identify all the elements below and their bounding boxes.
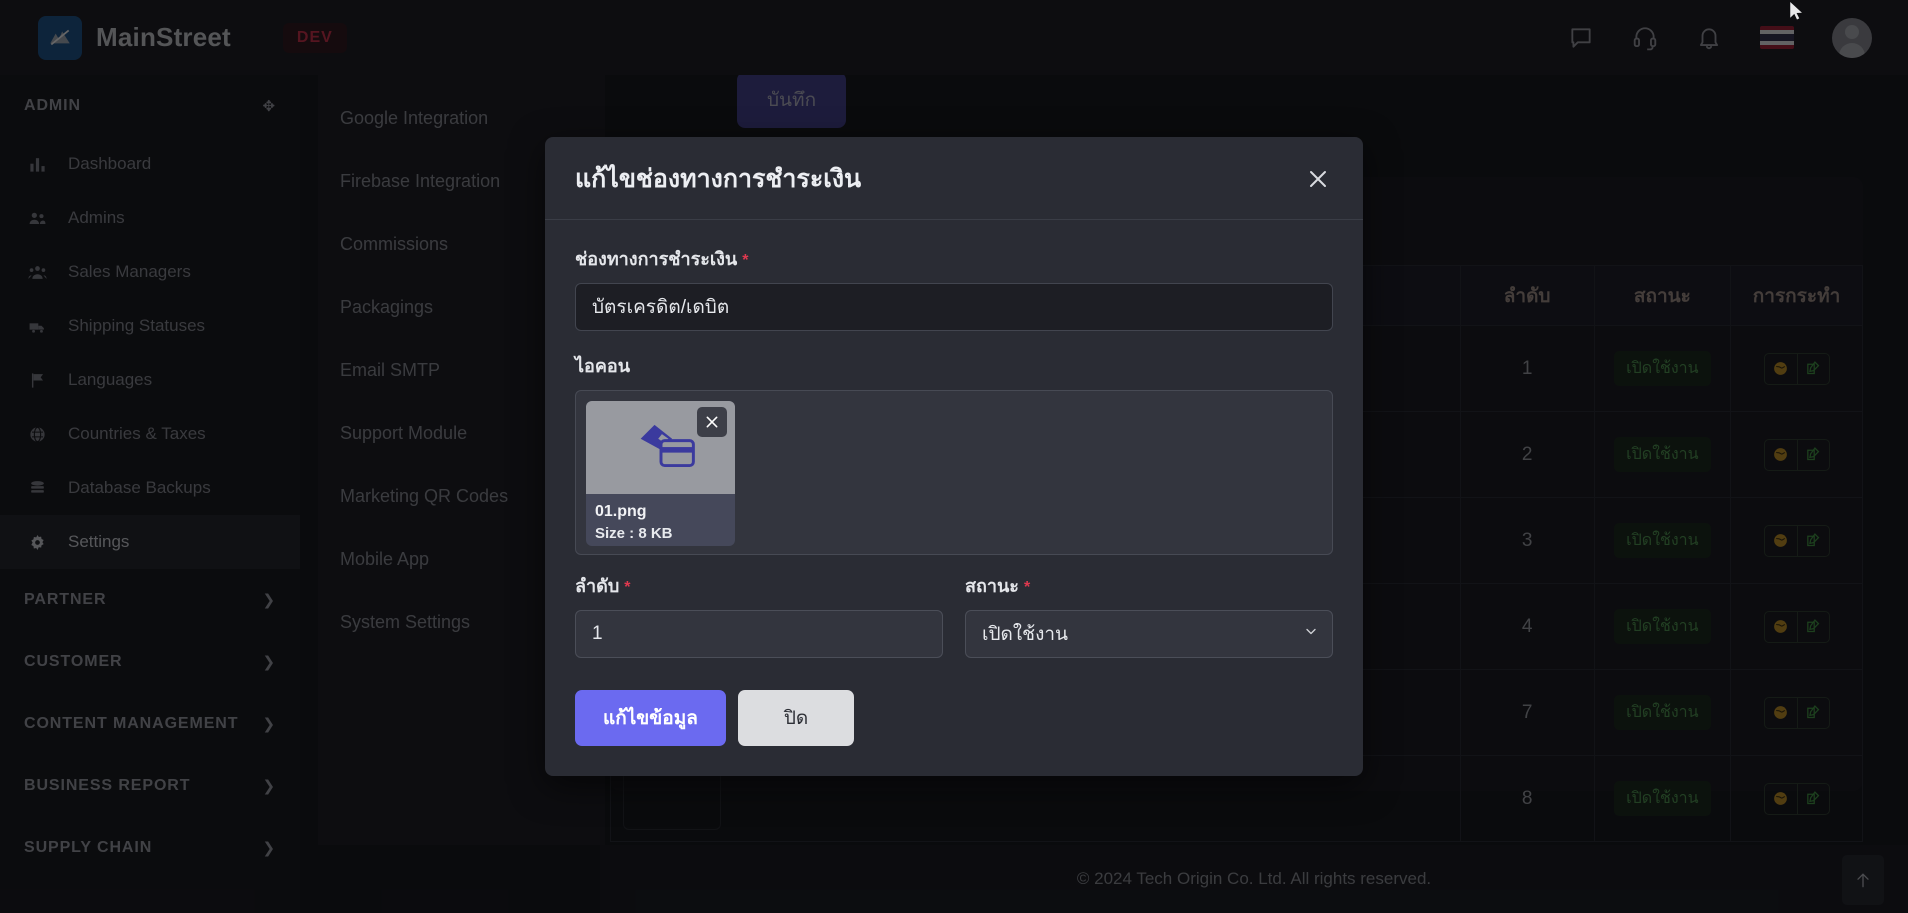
order-status-row: ลำดับ * สถานะ * เปิดใช้งาน — [575, 571, 1333, 658]
status-field: สถานะ * เปิดใช้งาน — [965, 571, 1333, 658]
channel-name-label: ช่องทางการชำระเงิน * — [575, 244, 1333, 273]
file-meta: 01.png Size : 8 KB — [586, 494, 735, 545]
submit-edit-button[interactable]: แก้ไขข้อมูล — [575, 690, 726, 746]
channel-name-label-text: ช่องทางการชำระเงิน — [575, 249, 738, 269]
modal-footer: แก้ไขข้อมูล ปิด — [545, 664, 1363, 776]
app-root: MainStreet DEV — [0, 0, 1908, 913]
order-label-text: ลำดับ — [575, 576, 620, 596]
icon-dropzone[interactable]: 01.png Size : 8 KB — [575, 390, 1333, 555]
modal-body: ช่องทางการชำระเงิน * ไอคอน — [545, 220, 1363, 664]
close-modal-button[interactable]: ปิด — [737, 690, 855, 746]
modal-header: แก้ไขช่องทางการชำระเงิน — [545, 137, 1363, 220]
channel-name-input[interactable] — [575, 283, 1333, 331]
order-label: ลำดับ * — [575, 571, 943, 600]
modal-title: แก้ไขช่องทางการชำระเงิน — [575, 165, 862, 193]
required-marker: * — [742, 252, 749, 269]
mouse-cursor — [1790, 2, 1804, 20]
required-marker: * — [1023, 579, 1031, 596]
icon-field-label: ไอคอน — [575, 356, 631, 376]
edit-payment-channel-modal: แก้ไขช่องทางการชำระเงิน ช่องทางการชำระเง… — [545, 137, 1363, 776]
remove-file-icon[interactable] — [697, 407, 727, 437]
status-select-wrap: เปิดใช้งาน — [965, 610, 1333, 658]
status-select[interactable]: เปิดใช้งาน — [965, 610, 1333, 658]
file-name: 01.png — [595, 503, 647, 520]
uploaded-file-card: 01.png Size : 8 KB — [586, 401, 735, 546]
close-icon[interactable] — [1303, 164, 1333, 194]
file-size: Size : 8 KB — [595, 524, 673, 542]
required-marker: * — [624, 579, 631, 596]
order-input[interactable] — [575, 610, 943, 658]
status-label-text: สถานะ — [965, 576, 1019, 596]
order-field: ลำดับ * — [575, 571, 943, 658]
status-label: สถานะ * — [965, 571, 1333, 600]
